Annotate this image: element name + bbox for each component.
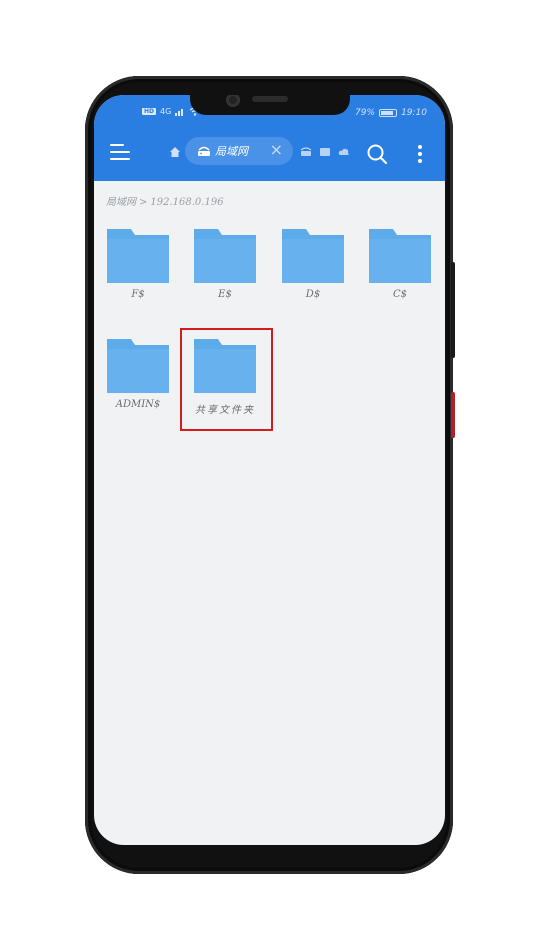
tab-label: 局域网: [215, 145, 248, 158]
earpiece-speaker: [252, 96, 288, 102]
battery-icon: [379, 109, 398, 117]
breadcrumb: 局域网 >192.168.0.196: [106, 193, 224, 208]
folder-icon: [194, 229, 256, 283]
folder-icon: [369, 229, 431, 283]
volume-button: [451, 392, 455, 438]
power-button: [451, 262, 455, 358]
folder-item[interactable]: F$: [105, 229, 171, 303]
folder-item[interactable]: E$: [192, 229, 258, 303]
network-type: 4G: [160, 107, 172, 116]
search-icon[interactable]: [366, 143, 388, 165]
menu-icon[interactable]: [110, 144, 130, 160]
network-folder-icon[interactable]: [300, 146, 312, 158]
battery-percent: 79%: [355, 108, 376, 118]
close-icon[interactable]: ×: [270, 142, 283, 158]
folder-label: E$: [218, 289, 232, 300]
folder-icon: [107, 339, 169, 393]
cloud-icon[interactable]: [338, 146, 350, 158]
tab-lan[interactable]: 局域网 ×: [185, 137, 293, 165]
router-icon: [198, 146, 210, 156]
folder-label: D$: [305, 289, 321, 300]
more-options-icon[interactable]: [417, 143, 423, 165]
folder-label: ADMIN$: [115, 399, 161, 410]
signal-icon: [175, 108, 184, 116]
folder-item[interactable]: D$: [280, 229, 346, 303]
home-icon[interactable]: [169, 146, 181, 158]
folder-icon: [282, 229, 344, 283]
front-camera: [226, 95, 240, 107]
breadcrumb-address[interactable]: 192.168.0.196: [150, 197, 223, 208]
clock: 19:10: [401, 108, 427, 118]
status-right: 79% 19:10: [355, 108, 427, 118]
folder-label: C$: [392, 289, 407, 300]
folder-icon: [107, 229, 169, 283]
folder-item[interactable]: ADMIN$: [105, 339, 171, 413]
breadcrumb-root[interactable]: 局域网: [106, 197, 136, 208]
storage-icon[interactable]: [319, 146, 331, 158]
hd-badge: HD: [142, 108, 157, 115]
screen: HD 4G 79% 19:10 局域网 × 局域网 > 192.168.0.19…: [94, 95, 445, 845]
folder-label: F$: [131, 289, 145, 300]
camera-notch: [190, 95, 350, 115]
highlight-box: [180, 328, 273, 431]
app-toolbar: HD 4G 79% 19:10 局域网 ×: [94, 95, 445, 181]
folder-item[interactable]: C$: [367, 229, 433, 303]
breadcrumb-separator: >: [139, 197, 148, 208]
